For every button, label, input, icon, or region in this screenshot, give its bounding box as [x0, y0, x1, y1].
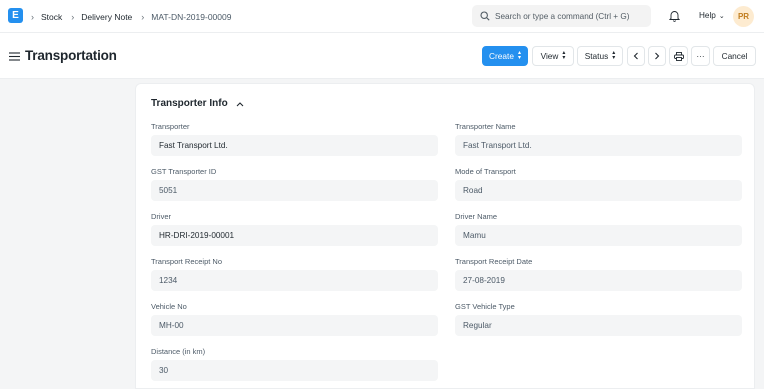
- transport-receipt-no-field[interactable]: 1234: [151, 270, 438, 291]
- status-label: Status: [584, 51, 609, 61]
- previous-document-button[interactable]: [627, 46, 645, 66]
- help-label: Help: [699, 11, 716, 20]
- page-title: Transportation: [25, 48, 117, 63]
- create-button[interactable]: Create ▴ ▾: [482, 46, 528, 66]
- view-label: View: [540, 51, 559, 61]
- more-actions-button[interactable]: ···: [691, 46, 710, 66]
- breadcrumb-stock[interactable]: Stock: [41, 12, 62, 22]
- vehicle-no-field[interactable]: MH-00: [151, 315, 438, 336]
- mode-of-transport-select[interactable]: Road: [455, 180, 742, 201]
- page-head: Transportation Create ▴ ▾ View ▴ ▾ Status …: [0, 33, 764, 79]
- form-card: Transporter Info Transporter Fast Transp…: [135, 83, 755, 389]
- transporter-name-label: Transporter Name: [455, 122, 516, 131]
- breadcrumb-delivery-note[interactable]: Delivery Note: [81, 12, 132, 22]
- breadcrumb-document[interactable]: MAT-DN-2019-00009: [151, 12, 231, 22]
- transporter-name-field: Fast Transport Ltd.: [455, 135, 742, 156]
- updown-icon: ▴ ▾: [612, 50, 616, 61]
- vehicle-no-label: Vehicle No: [151, 302, 187, 311]
- notification-bell-icon[interactable]: [669, 10, 680, 22]
- navbar: E › Stock › Delivery Note › MAT-DN-2019-…: [0, 0, 764, 33]
- section-title: Transporter Info: [151, 98, 228, 109]
- driver-name-label: Driver Name: [455, 212, 498, 221]
- print-button[interactable]: [669, 46, 688, 66]
- chevron-right-icon: ›: [71, 11, 75, 22]
- transport-receipt-date-label: Transport Receipt Date: [455, 257, 533, 266]
- search-placeholder: Search or type a command (Ctrl + G): [495, 11, 630, 21]
- create-label: Create: [489, 51, 514, 61]
- chevron-down-icon: ⌄: [718, 12, 725, 20]
- transport-receipt-date-field[interactable]: 27-08-2019: [455, 270, 742, 291]
- updown-icon: ▴ ▾: [517, 50, 521, 61]
- avatar[interactable]: PR: [733, 6, 754, 27]
- distance-field[interactable]: 30: [151, 360, 438, 381]
- help-dropdown[interactable]: Help ⌄: [699, 11, 725, 20]
- driver-label: Driver: [151, 212, 171, 221]
- driver-field[interactable]: HR-DRI-2019-00001: [151, 225, 438, 246]
- chevron-right-icon: ›: [141, 11, 145, 22]
- gst-vehicle-type-select[interactable]: Regular: [455, 315, 742, 336]
- view-button[interactable]: View ▴ ▾: [532, 46, 574, 66]
- chevron-right-icon: ›: [31, 11, 34, 22]
- gst-transporter-id-field: 5051: [151, 180, 438, 201]
- driver-name-field: Mamu: [455, 225, 742, 246]
- gst-vehicle-type-label: GST Vehicle Type: [455, 302, 515, 311]
- gst-transporter-id-label: GST Transporter ID: [151, 167, 217, 176]
- transport-receipt-no-label: Transport Receipt No: [151, 257, 223, 266]
- search-icon: [480, 11, 490, 21]
- next-document-button[interactable]: [648, 46, 666, 66]
- more-icon: ···: [696, 51, 705, 61]
- chevron-right-icon: [655, 52, 660, 60]
- transporter-label: Transporter: [151, 122, 190, 131]
- transporter-field[interactable]: Fast Transport Ltd.: [151, 135, 438, 156]
- printer-icon: [673, 51, 684, 61]
- status-button[interactable]: Status ▴ ▾: [577, 46, 623, 66]
- search-input[interactable]: Search or type a command (Ctrl + G): [472, 5, 651, 27]
- breadcrumb: › Stock › Delivery Note › MAT-DN-2019-00…: [31, 0, 240, 33]
- cancel-button[interactable]: Cancel: [713, 46, 756, 66]
- section-header[interactable]: Transporter Info: [151, 98, 244, 109]
- app-logo[interactable]: E: [8, 8, 23, 23]
- sidebar-toggle-icon[interactable]: [9, 52, 20, 61]
- distance-label: Distance (in km): [151, 347, 206, 356]
- mode-of-transport-label: Mode of Transport: [455, 167, 516, 176]
- updown-icon: ▴ ▾: [562, 50, 566, 61]
- chevron-up-icon: [236, 101, 244, 106]
- chevron-left-icon: [633, 52, 638, 60]
- cancel-label: Cancel: [721, 51, 748, 61]
